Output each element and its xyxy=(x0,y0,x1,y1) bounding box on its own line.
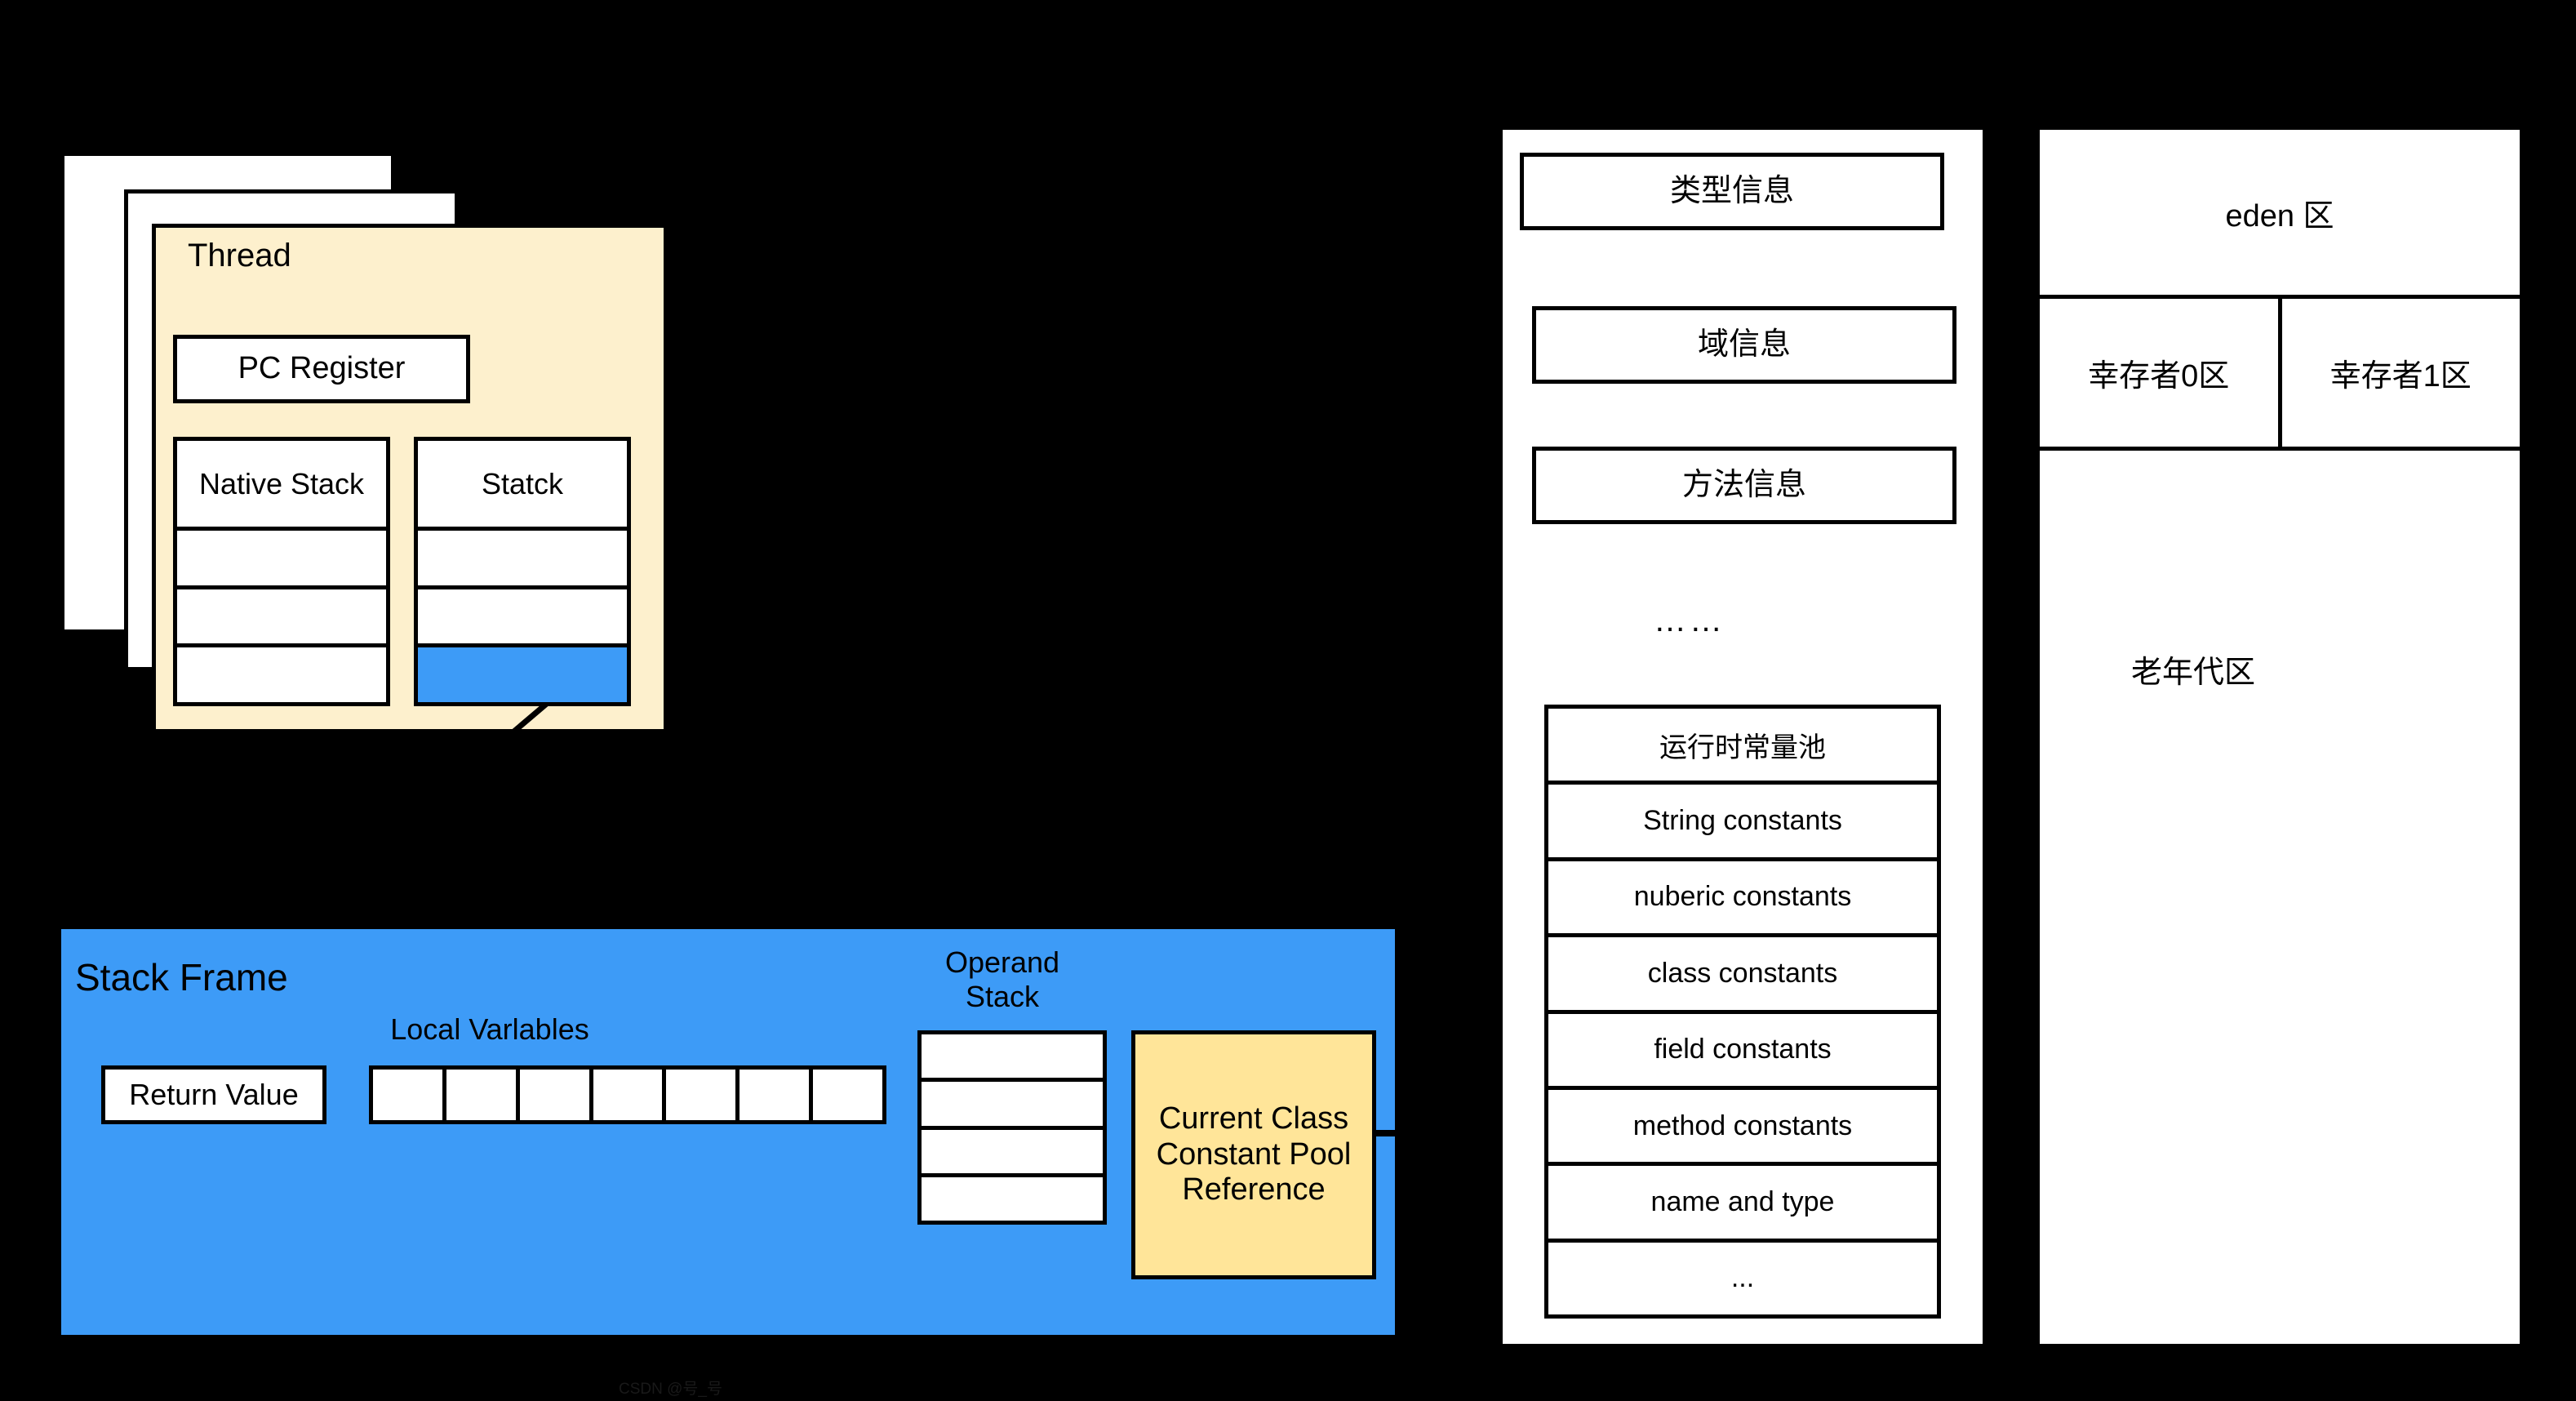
local-variable-cell xyxy=(446,1070,520,1120)
survivor-regions-row: 幸存者0区 幸存者1区 xyxy=(2040,299,2520,451)
survivor-1-region: 幸存者1区 xyxy=(2330,359,2472,394)
field-info-box: 域信息 xyxy=(1532,306,1956,384)
type-info-box: 类型信息 xyxy=(1520,153,1944,230)
native-stack-slot xyxy=(177,647,386,703)
ccpr-line3: Reference xyxy=(1182,1172,1326,1208)
jvm-stack-header: Statck xyxy=(418,441,627,531)
pool-row-numeric-constants: nuberic constants xyxy=(1548,861,1937,938)
local-variable-cell xyxy=(373,1070,446,1120)
local-variables-label: Local Varlables xyxy=(390,1012,589,1046)
current-class-constant-pool-reference-box: Current Class Constant Pool Reference xyxy=(1131,1030,1376,1279)
pool-row-class-constants: class constants xyxy=(1548,937,1937,1014)
runtime-constant-pool-column: 运行时常量池 String constants nuberic constant… xyxy=(1544,705,1941,1319)
diagram-canvas: Thread PC Register Native Stack Statck S… xyxy=(0,0,2576,1401)
operand-stack-column xyxy=(917,1030,1107,1225)
local-variables-row xyxy=(369,1065,886,1124)
native-stack-header: Native Stack xyxy=(177,441,386,531)
runtime-constant-pool-header: 运行时常量池 xyxy=(1548,709,1937,785)
heap-panel: eden 区 幸存者0区 幸存者1区 老年代区 xyxy=(2036,127,2523,1347)
old-generation-region: 老年代区 xyxy=(2040,451,2520,1344)
operand-stack-label: Operand Stack xyxy=(913,939,1092,1021)
method-area-ellipsis: …… xyxy=(1654,602,1725,638)
old-generation-label: 老年代区 xyxy=(2131,656,2256,690)
operand-stack-slot xyxy=(922,1176,1103,1221)
pool-row-name-and-type: name and type xyxy=(1548,1166,1937,1243)
native-stack-column: Native Stack xyxy=(173,437,390,706)
ccpr-line1: Current Class xyxy=(1158,1101,1349,1136)
operand-stack-label-line2: Stack xyxy=(965,980,1040,1013)
pc-register-box: PC Register xyxy=(173,335,470,403)
return-value-box: Return Value xyxy=(101,1065,326,1124)
pool-row-more: ... xyxy=(1548,1242,1937,1314)
local-variable-cell xyxy=(666,1070,740,1120)
native-stack-slot xyxy=(177,589,386,648)
eden-region: eden 区 xyxy=(2040,130,2520,299)
method-info-box: 方法信息 xyxy=(1532,447,1956,524)
local-variable-cell xyxy=(739,1070,814,1120)
operand-stack-slot xyxy=(922,1082,1103,1130)
jvm-stack-slot xyxy=(418,531,627,589)
operand-stack-slot xyxy=(922,1129,1103,1177)
jvm-stack-column: Statck xyxy=(414,437,631,706)
jvm-stack-slot xyxy=(418,589,627,648)
native-stack-slot xyxy=(177,531,386,589)
csdn-watermark: CSDN @号_号 xyxy=(619,1380,722,1398)
ccpr-line2: Constant Pool xyxy=(1156,1136,1352,1172)
local-variable-cell xyxy=(593,1070,667,1120)
stack-frame-title: Stack Frame xyxy=(75,956,288,998)
pool-row-field-constants: field constants xyxy=(1548,1013,1937,1090)
pool-row-method-constants: method constants xyxy=(1548,1089,1937,1167)
thread-title: Thread xyxy=(188,237,291,274)
local-variable-cell xyxy=(519,1070,593,1120)
pool-row-string-constants: String constants xyxy=(1548,785,1937,861)
operand-stack-slot xyxy=(922,1034,1103,1083)
survivor-0-region: 幸存者0区 xyxy=(2040,299,2282,447)
operand-stack-label-line1: Operand xyxy=(944,945,1060,979)
local-variable-cell xyxy=(813,1070,883,1120)
jvm-stack-slot-selected xyxy=(418,647,627,703)
